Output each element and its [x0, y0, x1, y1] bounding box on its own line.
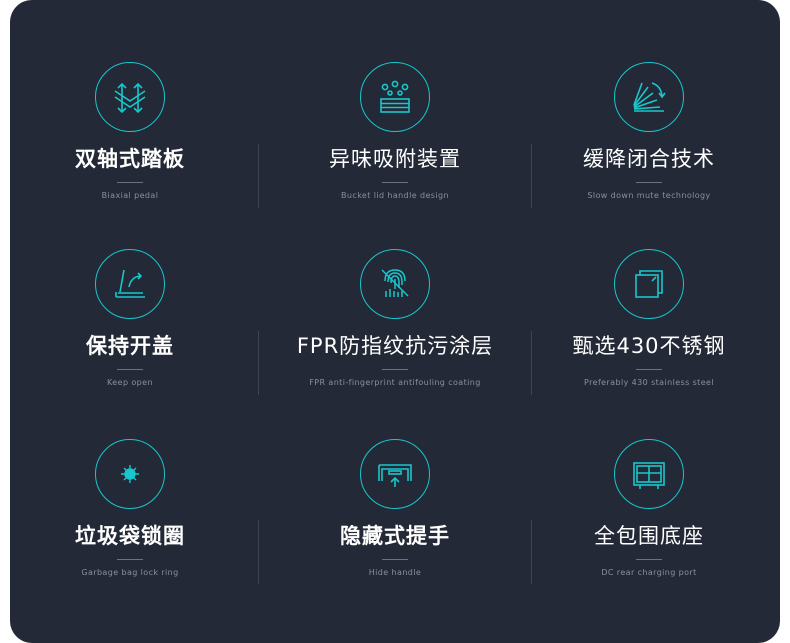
feature-item: 全包围底座 DC rear charging port [521, 439, 777, 579]
title-underline [636, 369, 662, 370]
feature-item: 垃圾袋锁圈 Garbage bag lock ring [10, 439, 258, 579]
feature-title: 甄选430不锈钢 [572, 334, 726, 358]
feature-item: 甄选430不锈钢 Preferably 430 stainless steel [521, 249, 777, 389]
feature-title: 缓降闭合技术 [583, 147, 715, 171]
feature-title: 异味吸附装置 [329, 147, 461, 171]
title-underline [636, 182, 662, 183]
feature-item: 缓降闭合技术 Slow down mute technology [521, 62, 777, 202]
feature-subtitle: Garbage bag lock ring [81, 568, 179, 577]
stainless-steel-icon [614, 249, 684, 319]
feature-panel: 双轴式踏板 Biaxial pedal 异味吸附装置 Bucket lid ha… [10, 0, 780, 643]
title-underline [117, 182, 143, 183]
feature-title: 保持开盖 [86, 334, 174, 358]
feature-subtitle: DC rear charging port [601, 568, 697, 577]
divider [258, 144, 259, 208]
feature-item: FPR防指纹抗污涂层 FPR anti-fingerprint antifoul… [267, 249, 523, 389]
feature-item: 异味吸附装置 Bucket lid handle design [267, 62, 523, 202]
divider [258, 331, 259, 395]
feature-subtitle: Keep open [107, 378, 153, 387]
feature-title: 全包围底座 [594, 524, 704, 548]
feature-title: 双轴式踏板 [75, 147, 185, 171]
biaxial-pedal-icon [95, 62, 165, 132]
lock-ring-icon [95, 439, 165, 509]
feature-item: 双轴式踏板 Biaxial pedal [10, 62, 258, 202]
feature-item: 保持开盖 Keep open [10, 249, 258, 389]
title-underline [382, 369, 408, 370]
divider [258, 520, 259, 584]
base-icon [614, 439, 684, 509]
feature-subtitle: Preferably 430 stainless steel [584, 378, 714, 387]
feature-item: 隐藏式提手 Hide handle [267, 439, 523, 579]
slow-close-icon [614, 62, 684, 132]
title-underline [636, 559, 662, 560]
feature-title: FPR防指纹抗污涂层 [296, 334, 494, 358]
feature-subtitle: Hide handle [368, 568, 422, 577]
keep-open-icon [95, 249, 165, 319]
title-underline [382, 559, 408, 560]
feature-subtitle: Slow down mute technology [587, 191, 711, 200]
odor-absorber-icon [360, 62, 430, 132]
feature-subtitle: FPR anti-fingerprint antifouling coating [309, 378, 481, 387]
feature-title: 垃圾袋锁圈 [75, 524, 185, 548]
fingerprint-icon [360, 249, 430, 319]
feature-subtitle: Biaxial pedal [101, 191, 159, 200]
hidden-handle-icon [360, 439, 430, 509]
title-underline [117, 369, 143, 370]
feature-title: 隐藏式提手 [340, 524, 450, 548]
feature-subtitle: Bucket lid handle design [341, 191, 449, 200]
title-underline [117, 559, 143, 560]
title-underline [382, 182, 408, 183]
